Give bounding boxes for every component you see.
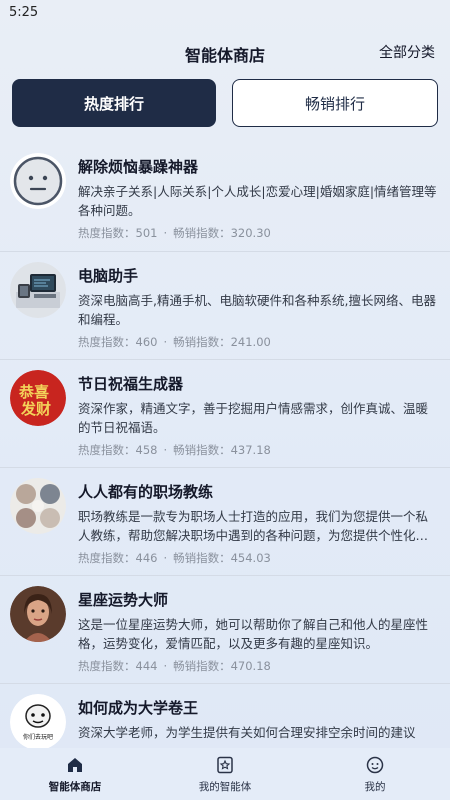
- smile-face-icon: [366, 756, 384, 773]
- header: 智能体商店 全部分类: [0, 36, 450, 70]
- tab-bestseller-ranking[interactable]: 畅销排行: [232, 79, 438, 127]
- meme-face-icon: 你们去玩吧: [10, 694, 66, 748]
- item-stats: 热度指数：460 · 畅销指数：241.00: [78, 334, 271, 350]
- all-categories-link[interactable]: 全部分类: [379, 42, 435, 62]
- item-title: 解除烦恼暴躁神器: [78, 158, 199, 176]
- nav-my-agents-label: 我的智能体: [198, 780, 252, 793]
- nav-me-label: 我的: [364, 780, 386, 793]
- bookmark-star-icon: [217, 756, 233, 773]
- item-description: 资深作家，精通文字，善于挖掘用户情感需求，创作真诚、温暖的节日祝福语。: [78, 401, 429, 435]
- list-item[interactable]: 人人都有的职场教练 职场教练是一款专为职场人士打造的应用，我们为您提供一个私人教…: [0, 467, 450, 575]
- agent-list: 解除烦恼暴躁神器 解决亲子关系|人际关系|个人成长|恋爱心理|婚姻家庭|情绪管理…: [0, 143, 450, 748]
- sales-index: 畅销指数：454.03: [173, 551, 271, 565]
- heat-index: 热度指数：444: [78, 659, 158, 673]
- separator-dot: ·: [163, 659, 168, 673]
- ranking-tabs: 热度排行 畅销排行: [12, 79, 438, 127]
- item-description: 解决亲子关系|人际关系|个人成长|恋爱心理|婚姻家庭|情绪管理等各种问题。: [78, 184, 437, 218]
- status-bar: 5:25: [0, 0, 450, 26]
- svg-text:恭喜: 恭喜: [18, 383, 49, 401]
- svg-text:发财: 发财: [20, 400, 51, 418]
- separator-dot: ·: [163, 551, 168, 565]
- svg-text:你们去玩吧: 你们去玩吧: [23, 733, 53, 741]
- sales-index: 畅销指数：241.00: [173, 335, 271, 349]
- nav-me[interactable]: 我的: [300, 748, 450, 800]
- neutral-face-icon: [10, 153, 66, 209]
- heat-index: 热度指数：446: [78, 551, 158, 565]
- separator-dot: ·: [163, 226, 168, 240]
- list-item[interactable]: 解除烦恼暴躁神器 解决亲子关系|人际关系|个人成长|恋爱心理|婚姻家庭|情绪管理…: [0, 143, 450, 251]
- heat-index: 热度指数：501: [78, 226, 158, 240]
- item-description: 这是一位星座运势大师，她可以帮助你了解自己和他人的星座性格，运势变化，爱情匹配，…: [78, 617, 429, 651]
- heat-index: 热度指数：458: [78, 443, 158, 457]
- item-stats: 热度指数：444 · 畅销指数：470.18: [78, 658, 271, 674]
- list-item[interactable]: 电脑助手 资深电脑高手,精通手机、电脑软硬件和各种系统,擅长网络、电器和编程。 …: [0, 251, 450, 359]
- separator-dot: ·: [163, 335, 168, 349]
- item-title: 电脑助手: [78, 267, 139, 285]
- nav-my-agents[interactable]: 我的智能体: [150, 748, 300, 800]
- item-title: 如何成为大学卷王: [78, 699, 199, 717]
- nav-store-label: 智能体商店: [48, 780, 102, 793]
- bottom-nav: 智能体商店 我的智能体 我的: [0, 748, 450, 800]
- item-title: 节日祝福生成器: [78, 375, 184, 393]
- tab-hot-ranking[interactable]: 热度排行: [12, 79, 216, 127]
- sales-index: 畅销指数：470.18: [173, 659, 271, 673]
- item-description: 资深大学老师，为学生提供有关如何合理安排空余时间的建议: [78, 725, 416, 740]
- computer-icon: [10, 262, 66, 318]
- heat-index: 热度指数：460: [78, 335, 158, 349]
- workplace-collage-icon: [10, 478, 66, 534]
- woman-portrait-icon: [10, 586, 66, 642]
- item-title: 星座运势大师: [78, 591, 169, 609]
- list-item[interactable]: 星座运势大师 这是一位星座运势大师，她可以帮助你了解自己和他人的星座性格，运势变…: [0, 575, 450, 683]
- sales-index: 畅销指数：437.18: [173, 443, 271, 457]
- festival-calligraphy-icon: 恭喜 发财: [10, 370, 66, 426]
- nav-store[interactable]: 智能体商店: [0, 748, 150, 800]
- item-stats: 热度指数：501 · 畅销指数：320.30: [78, 225, 271, 241]
- item-stats: 热度指数：458 · 畅销指数：437.18: [78, 442, 271, 458]
- status-time: 5:25: [9, 5, 39, 20]
- sales-index: 畅销指数：320.30: [173, 226, 271, 240]
- list-item[interactable]: 你们去玩吧 如何成为大学卷王 资深大学老师，为学生提供有关如何合理安排空余时间的…: [0, 683, 450, 748]
- item-stats: 热度指数：446 · 畅销指数：454.03: [78, 550, 271, 566]
- home-icon: [68, 757, 82, 772]
- item-description: 资深电脑高手,精通手机、电脑软硬件和各种系统,擅长网络、电器和编程。: [78, 293, 436, 327]
- list-item[interactable]: 恭喜 发财 节日祝福生成器 资深作家，精通文字，善于挖掘用户情感需求，创作真诚、…: [0, 359, 450, 467]
- item-description: 职场教练是一款专为职场人士打造的应用，我们为您提供一个私人教练，帮助您解决职场中…: [78, 509, 429, 543]
- separator-dot: ·: [163, 443, 168, 457]
- item-title: 人人都有的职场教练: [78, 483, 214, 501]
